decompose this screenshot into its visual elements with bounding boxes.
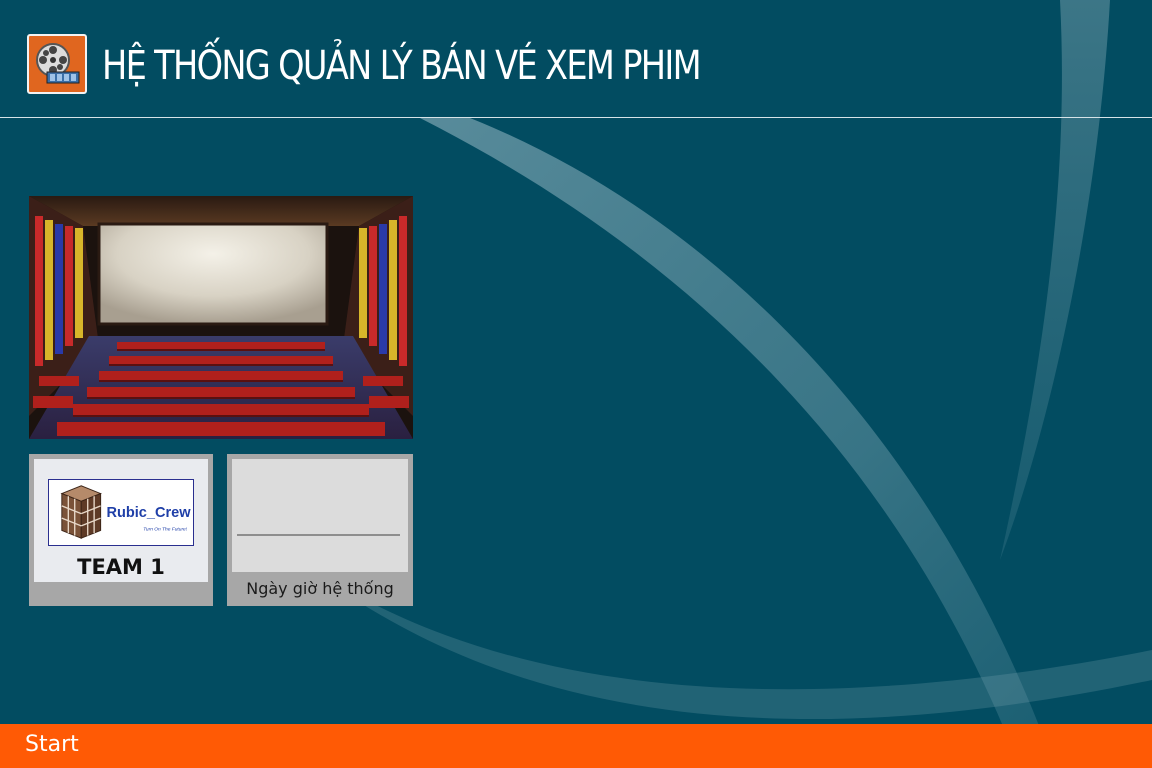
cube-icon [60, 485, 102, 539]
clock-divider [237, 534, 400, 536]
clock-label: Ngày giờ hệ thống [246, 579, 394, 598]
cinema-hall-image[interactable] [29, 196, 413, 439]
team-logo-tagline: Turn On The Future! [143, 526, 187, 532]
team-tile-panel: Rubic_Crew Turn On The Future! TEAM 1 [34, 459, 208, 582]
taskbar: Start [0, 724, 1152, 768]
film-reel-icon [27, 34, 87, 94]
team-logo: Rubic_Crew Turn On The Future! [48, 479, 194, 546]
app-title: HỆ THỐNG QUẢN LÝ BÁN VÉ XEM PHIM [102, 43, 702, 89]
header-bar: HỆ THỐNG QUẢN LÝ BÁN VÉ XEM PHIM [0, 0, 1152, 118]
system-clock-tile[interactable]: Ngày giờ hệ thống [227, 454, 413, 606]
team-logo-text: Rubic_Crew [106, 505, 191, 521]
clock-tile-panel [232, 459, 408, 572]
start-button[interactable]: Start [25, 730, 79, 760]
app-window: HỆ THỐNG QUẢN LÝ BÁN VÉ XEM PHIM Rubic_C… [0, 0, 1152, 768]
team-name: TEAM 1 [77, 555, 165, 579]
team-tile[interactable]: Rubic_Crew Turn On The Future! TEAM 1 [29, 454, 213, 606]
